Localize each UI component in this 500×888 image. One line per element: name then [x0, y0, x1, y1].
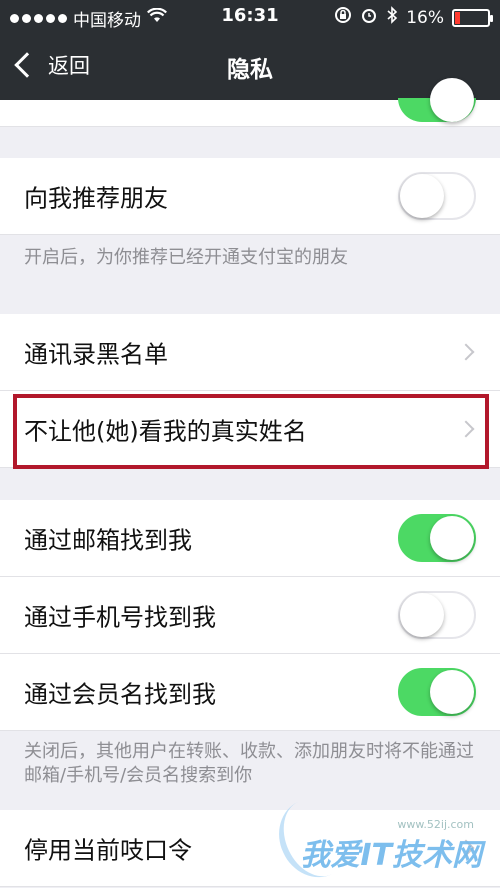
partial-row [0, 78, 500, 127]
nav-bar: 返回 隐私 [0, 34, 500, 100]
battery-percent: 16% [406, 7, 444, 28]
find-by-member-toggle[interactable] [398, 668, 476, 716]
find-by-phone-label: 通过手机号找到我 [24, 603, 216, 632]
recommend-friends-toggle[interactable] [398, 172, 476, 220]
recommend-caption: 开启后，为你推荐已经开通支付宝的朋友 [24, 247, 348, 268]
battery-fill [455, 11, 461, 24]
partial-toggle[interactable] [398, 78, 476, 122]
status-bar: 中国移动 16:31 16% [0, 0, 500, 34]
blacklist-label: 通讯录黑名单 [24, 340, 168, 369]
rotation-lock-icon [334, 6, 352, 29]
blacklist-row[interactable]: 通讯录黑名单 [0, 314, 500, 391]
top-bar: 中国移动 16:31 16% 返回 隐私 [0, 0, 500, 100]
highlight-box [13, 394, 489, 469]
find-caption: 关闭后，其他用户在转账、收款、添加朋友时将不能通过邮箱/手机号/会员名搜索到你 [24, 741, 474, 786]
recommend-friends-row: 向我推荐朋友 [0, 158, 500, 235]
find-by-email-row: 通过邮箱找到我 [0, 500, 500, 577]
battery-icon [452, 8, 493, 27]
find-by-member-row: 通过会员名找到我 [0, 654, 500, 731]
recommend-friends-label: 向我推荐朋友 [24, 184, 168, 213]
find-by-phone-toggle[interactable] [398, 591, 476, 639]
status-right: 16% [334, 6, 493, 29]
find-by-email-toggle[interactable] [398, 514, 476, 562]
find-by-email-label: 通过邮箱找到我 [24, 526, 192, 555]
watermark: www.52ij.com 我爱IT技术网 [300, 818, 482, 874]
disable-code-label: 停用当前吱口令 [24, 836, 192, 865]
find-by-phone-row: 通过手机号找到我 [0, 577, 500, 654]
watermark-text: 我爱IT技术网 [300, 838, 482, 873]
bluetooth-icon [386, 6, 398, 29]
watermark-url: www.52ij.com [397, 818, 474, 831]
page-title: 隐私 [227, 57, 273, 83]
find-by-member-label: 通过会员名找到我 [24, 680, 216, 709]
alarm-icon [360, 6, 378, 29]
chevron-right-icon [457, 343, 475, 361]
